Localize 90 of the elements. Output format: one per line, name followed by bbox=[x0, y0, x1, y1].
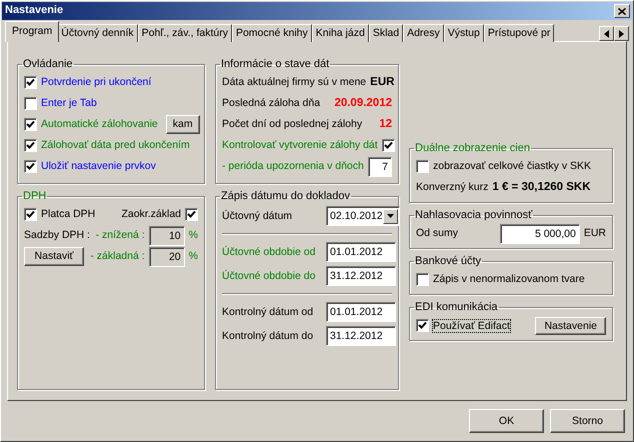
tab[interactable]: Kniha jázd bbox=[312, 24, 369, 42]
tab[interactable]: Pohľ., záv., faktúry bbox=[138, 24, 232, 42]
date-field[interactable]: 01.01.2012 bbox=[326, 302, 396, 322]
info-label: Počet dní od poslednej zálohy bbox=[222, 118, 362, 131]
checkbox[interactable] bbox=[416, 160, 429, 174]
left-triangle-icon bbox=[604, 30, 609, 38]
checkbox[interactable] bbox=[416, 273, 429, 286]
tab[interactable]: Program bbox=[5, 21, 60, 42]
checkbox[interactable] bbox=[24, 76, 37, 90]
check-icon bbox=[26, 162, 35, 172]
amount-field[interactable]: 5 000,00 bbox=[500, 224, 580, 244]
unit-label: % bbox=[188, 229, 198, 242]
dropdown-button[interactable] bbox=[382, 208, 398, 224]
checkbox-label: Potvrdenie pri ukončení bbox=[41, 76, 152, 89]
date-field[interactable]: 31.12.2012 bbox=[326, 326, 396, 346]
check-icon bbox=[26, 78, 35, 88]
date-value: 02.10.2012 bbox=[330, 210, 383, 222]
nastavit-button[interactable]: Nastaviť bbox=[24, 247, 84, 266]
tab[interactable]: Prístupové pr bbox=[484, 24, 554, 42]
checkbox[interactable] bbox=[416, 319, 429, 332]
checkbox-label: Enter je Tab bbox=[41, 97, 97, 110]
scroll-left-button[interactable] bbox=[599, 26, 614, 41]
check-icon bbox=[418, 321, 427, 330]
check-icon bbox=[26, 120, 35, 130]
check-icon bbox=[187, 210, 196, 220]
checkbox-label: zobrazovať celkové čiastky v SKK bbox=[433, 160, 592, 173]
group-title: Duálne zobrazenie cien bbox=[414, 142, 531, 154]
field-label: - znížená : bbox=[96, 229, 145, 242]
tab[interactable]: Adresy bbox=[403, 24, 444, 42]
checkbox[interactable] bbox=[24, 139, 37, 152]
close-button[interactable] bbox=[614, 4, 630, 18]
dialog-button[interactable]: Storno bbox=[550, 409, 625, 433]
settings-button[interactable]: Nastavenie bbox=[535, 316, 606, 336]
checkbox-label: Platca DPH bbox=[41, 208, 96, 221]
group-title: Ovládanie bbox=[22, 58, 74, 70]
group-title: Nahlasovacia povinnosť bbox=[414, 209, 534, 222]
info-label: Kontrolovať vytvorenie zálohy dát bbox=[222, 139, 378, 152]
checkbox[interactable] bbox=[24, 118, 37, 132]
date-field[interactable]: 31.12.2012 bbox=[326, 266, 396, 286]
unit-label: % bbox=[188, 250, 198, 263]
field-label: - základná : bbox=[90, 250, 145, 263]
down-triangle-icon bbox=[386, 214, 394, 218]
tab[interactable]: Pomocné knihy bbox=[232, 24, 312, 42]
field-label: Sadzby DPH : bbox=[24, 229, 90, 242]
checkbox-label: Automatické zálohovanie bbox=[41, 118, 158, 131]
group-title: Informácie o stave dát bbox=[220, 58, 330, 70]
unit-label: EUR bbox=[584, 227, 606, 240]
period-field[interactable]: 7 bbox=[368, 156, 392, 177]
group-title: DPH bbox=[22, 190, 48, 202]
kam-button[interactable]: kam bbox=[166, 115, 200, 134]
group-title: Bankové účty bbox=[414, 255, 482, 268]
window-title: Nastavenie bbox=[5, 4, 64, 18]
right-triangle-icon bbox=[619, 30, 624, 38]
check-icon bbox=[384, 141, 393, 150]
rate-value: 1 € = 30,1260 SKK bbox=[492, 180, 591, 194]
tab[interactable]: Účtovný denník bbox=[57, 24, 138, 42]
checkbox-label: Zálohovať dáta pred ukončením bbox=[41, 139, 190, 152]
field-label: Účtovné obdobie do bbox=[222, 270, 316, 282]
check-icon bbox=[26, 141, 35, 150]
info-value: 20.09.2012 bbox=[334, 96, 392, 110]
field-label: Kontrolný dátum do bbox=[222, 330, 314, 342]
tab[interactable]: Výstup bbox=[444, 24, 484, 42]
checkbox-label: Uložiť nastavenie prvkov bbox=[41, 160, 156, 173]
date-dropdown[interactable]: 02.10.2012 bbox=[326, 206, 400, 226]
field-label: Účtovné obdobie od bbox=[222, 246, 316, 258]
checkbox-label: Zaokr.základ bbox=[121, 208, 181, 221]
rate-label: Konverzný kurz bbox=[416, 181, 488, 194]
field-label: Účtovný dátum bbox=[222, 210, 294, 222]
group-title: EDI komunikácia bbox=[414, 301, 499, 314]
info-label: - perióda upozornenia v dňoch bbox=[222, 160, 364, 173]
dialog-button[interactable]: OK bbox=[469, 409, 544, 433]
checkbox[interactable] bbox=[24, 97, 37, 110]
field-label: Kontrolný dátum od bbox=[222, 306, 314, 318]
field-label: Od sumy bbox=[416, 227, 458, 240]
info-label: Dáta aktuálnej firmy sú v mene bbox=[222, 76, 366, 89]
info-label: Posledná záloha dňa bbox=[222, 97, 320, 110]
info-value: 12 bbox=[379, 118, 392, 132]
scroll-right-button[interactable] bbox=[614, 26, 629, 41]
checkbox[interactable] bbox=[24, 160, 37, 174]
group-title: Zápis dátumu do dokladov bbox=[220, 190, 352, 202]
date-field[interactable]: 01.01.2012 bbox=[326, 242, 396, 262]
checkbox-label: Zápis v nenormalizovanom tvare bbox=[433, 273, 585, 286]
info-value: EUR bbox=[370, 76, 394, 90]
checkbox[interactable] bbox=[185, 208, 198, 222]
checkbox[interactable] bbox=[382, 139, 395, 152]
check-icon bbox=[26, 210, 35, 220]
checkbox[interactable] bbox=[24, 208, 37, 222]
checkbox-label: Používať Edifact bbox=[433, 320, 510, 332]
tab[interactable]: Sklad bbox=[368, 24, 404, 42]
close-icon bbox=[618, 8, 626, 14]
